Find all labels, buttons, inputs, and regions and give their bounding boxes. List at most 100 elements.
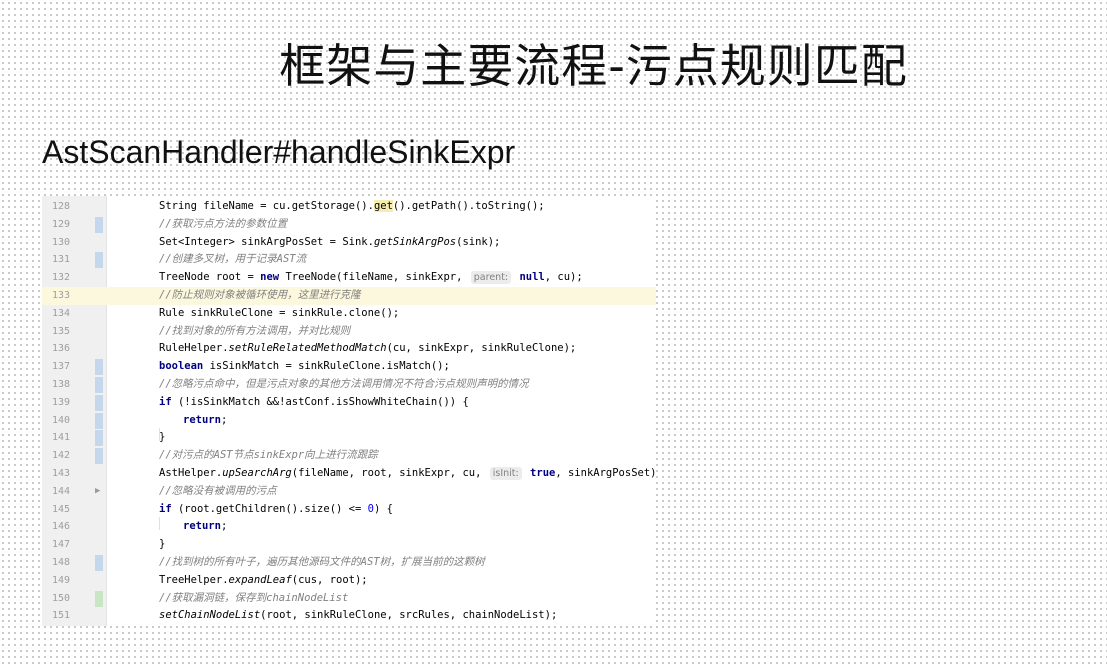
code-text: if (root.getChildren().size() <= 0) { [159,501,393,519]
parameter-hint: isInit: [489,467,522,480]
line-number: 148 [51,557,70,568]
code-line: 147} [42,536,656,554]
code-text: } [159,536,165,554]
change-marker [95,448,103,465]
code-token: setRuleRelatedMethodMatch [228,342,387,355]
code-token: //获取污点方法的参数位置 [159,217,288,230]
code-line: 141} [42,429,656,447]
line-number: 137 [51,361,70,373]
code-token: (cus, root); [291,573,368,586]
code-token: (sink); [456,235,501,248]
code-token: TreeHelper. [159,573,229,586]
change-marker [95,359,103,376]
code-token: ().getPath().toString(); [392,200,545,212]
code-token: //防止规则对象被循环使用，这里进行克隆 [159,289,361,301]
code-token: Set<Integer> sinkArgPosSet = Sink. [159,235,374,248]
code-line: 149 TreeHelper.expandLeaf(cus, root); [42,572,656,590]
code-text: //找到对象的所有方法调用，并对比规则 [159,323,350,341]
line-number: 145 [51,503,70,515]
code-token: getSinkArgPos [373,235,457,248]
code-line: 145 if (root.getChildren().size() <= 0) { [42,501,656,519]
line-number: 143 [51,468,70,479]
code-token: isSinkMatch = sinkRuleClone.isMatch(); [203,360,450,373]
code-line: 130 Set<Integer> sinkArgPosSet = Sink.get… [42,234,656,252]
code-text: if (!isSinkMatch &&!astConf.isShowWhiteC… [159,394,469,412]
code-token: } [159,538,166,551]
change-marker [95,377,103,393]
code-token: ) { [373,502,393,515]
code-line: 131 //创建多叉树，用于记录AST流 [42,251,656,269]
line-number: 149 [51,574,70,586]
line-number: 138 [51,379,70,390]
line-number: 141 [51,432,70,444]
code-token: get [373,200,393,212]
code-token: Rule sinkRuleClone = sinkRule.clone(); [159,306,400,319]
code-line: 142 //对污点的AST节点sinkExpr向上进行流跟踪 [42,447,656,465]
code-line: 140 return; [42,412,656,430]
code-token: TreeNode root = [159,271,261,284]
change-marker [95,394,103,411]
code-text: //创建多叉树，用于记录AST流 [159,251,306,269]
code-line: 128 String fileName = cu.getStorage().get… [42,198,656,216]
code-token: TreeNode(fileName, sinkExpr, [279,271,469,284]
code-token: boolean [159,360,204,373]
code-text: Rule sinkRuleClone = sinkRule.clone(); [159,305,399,323]
code-token: return [183,413,221,426]
change-marker [95,216,103,233]
line-number: 140 [51,414,70,426]
code-text: //获取漏洞链，保存到chainNodeList [159,590,348,608]
code-text: TreeNode root = new TreeNode(fileName, s… [159,269,583,287]
line-number: 135 [51,325,70,337]
code-text: String fileName = cu.getStorage().get().… [159,198,545,216]
code-token: true [530,467,556,479]
code-line: 134 Rule sinkRuleClone = sinkRule.clone()… [42,305,656,323]
code-text: } [159,429,165,447]
code-text: AstHelper.upSearchArg(fileName, root, si… [159,465,656,483]
code-token: //创建多叉树，用于记录AST流 [159,253,307,266]
code-token: expandLeaf [228,573,292,586]
line-number: 150 [51,592,70,604]
code-token: //找到树的所有叶子，遍历其他源码文件的AST树，扩展当前的这颗树 [159,556,485,568]
code-text: //忽略污点命中，但是污点对象的其他方法调用情况不符合污点规则声明的情况 [159,376,529,394]
code-text: //获取污点方法的参数位置 [159,216,287,234]
line-number: 147 [51,539,70,551]
code-editor-screenshot: 128 String fileName = cu.getStorage().get… [42,196,656,626]
code-token: //获取漏洞链，保存到chainNodeList [159,591,349,604]
code-text: //防止规则对象被循环使用，这里进行克隆 [159,287,361,305]
code-token: null [519,271,545,284]
code-token: (!isSinkMatch &&!astConf.isShowWhiteChai… [171,395,469,408]
code-token: ; [220,520,228,533]
code-token: if [159,395,172,408]
slide-title: 框架与主要流程-污点规则匹配 [279,39,908,93]
code-token: String fileName = cu.getStorage(). [159,200,374,212]
code-text: return; [183,518,227,536]
line-number: 139 [51,396,70,408]
code-text: setChainNodeList(root, sinkRuleClone, sr… [159,607,557,625]
line-number: 133 [42,287,70,305]
code-token: ; [220,413,228,426]
code-text: TreeHelper.expandLeaf(cus, root); [159,572,368,590]
code-token: //忽略污点命中，但是污点对象的其他方法调用情况不符合污点规则声明的情况 [159,378,529,390]
code-line: 137 boolean isSinkMatch = sinkRuleClone.i… [42,358,656,376]
fold-arrow-icon[interactable]: ▶ [95,483,100,501]
code-text: //对污点的AST节点sinkExpr向上进行流跟踪 [159,447,378,465]
line-number: 134 [51,307,70,319]
code-text: //找到树的所有叶子，遍历其他源码文件的AST树，扩展当前的这颗树 [159,554,485,572]
code-token: if [159,502,172,515]
code-token: //忽略没有被调用的污点 [159,484,277,497]
code-token: return [183,520,221,533]
code-token: (root, sinkRuleClone, srcRules, chainNod… [260,609,558,622]
change-marker [95,555,103,571]
code-token: (cu, sinkExpr, sinkRuleClone); [386,342,577,355]
code-line: 136 RuleHelper.setRuleRelatedMethodMatch(… [42,340,656,358]
code-token: (root.getChildren().size() <= [171,502,368,515]
line-number: 142 [51,450,70,462]
code-token: setChainNodeList [159,609,261,622]
code-token: (fileName, root, sinkExpr, cu, [291,467,488,479]
line-number: 151 [51,610,70,622]
code-line: 148 //找到树的所有叶子，遍历其他源码文件的AST树，扩展当前的这颗树 [42,554,656,572]
code-line: 143 AstHelper.upSearchArg(fileName, root,… [42,465,656,483]
code-line: 150 //获取漏洞链，保存到chainNodeList [42,590,656,608]
code-line: 146 return; [42,518,656,536]
code-line: 139 if (!isSinkMatch &&!astConf.isShowWhi… [42,394,656,412]
